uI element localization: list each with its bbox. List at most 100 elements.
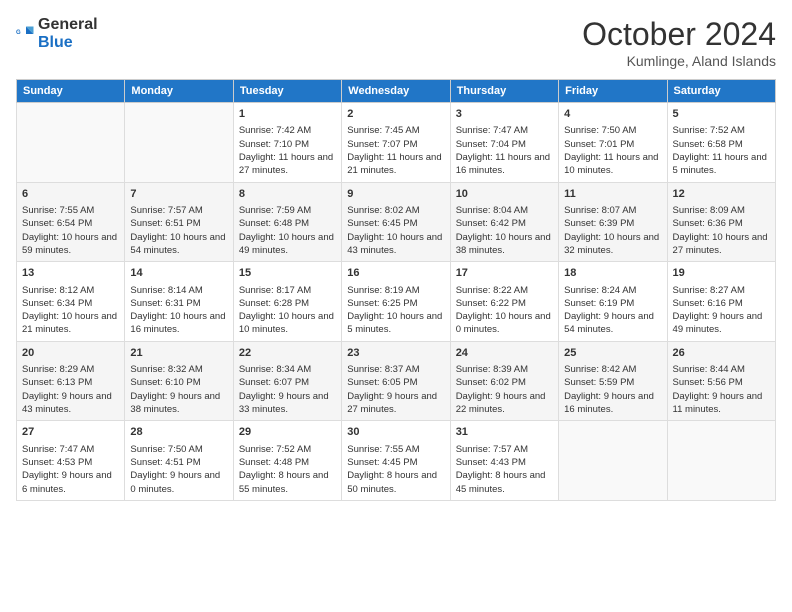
calendar-cell: 9Sunrise: 8:02 AMSunset: 6:45 PMDaylight…	[342, 182, 450, 262]
day-info: Sunrise: 8:37 AM	[347, 363, 444, 376]
svg-text:G: G	[16, 30, 21, 36]
calendar-week-1: 1Sunrise: 7:42 AMSunset: 7:10 PMDaylight…	[17, 103, 776, 183]
calendar-cell: 31Sunrise: 7:57 AMSunset: 4:43 PMDayligh…	[450, 421, 558, 501]
day-info: Daylight: 10 hours and 16 minutes.	[130, 310, 227, 337]
day-number: 19	[673, 266, 770, 281]
day-info: Daylight: 9 hours and 54 minutes.	[564, 310, 661, 337]
day-info: Daylight: 9 hours and 6 minutes.	[22, 469, 119, 496]
day-number: 6	[22, 187, 119, 202]
header-saturday: Saturday	[667, 80, 775, 103]
day-info: Sunset: 6:42 PM	[456, 217, 553, 230]
calendar-cell: 21Sunrise: 8:32 AMSunset: 6:10 PMDayligh…	[125, 341, 233, 421]
month-title: October 2024	[582, 16, 776, 53]
day-info: Sunset: 4:45 PM	[347, 456, 444, 469]
day-info: Daylight: 11 hours and 16 minutes.	[456, 151, 553, 178]
calendar-cell: 24 Sunrise: 8:39 AMSunset: 6:02 PMDayligh…	[450, 341, 558, 421]
day-number: 17	[456, 266, 553, 281]
day-info: Sunrise: 7:52 AM	[239, 443, 336, 456]
calendar-cell: 26Sunrise: 8:44 AMSunset: 5:56 PMDayligh…	[667, 341, 775, 421]
day-info: Daylight: 10 hours and 59 minutes.	[22, 231, 119, 258]
day-info: Daylight: 8 hours and 45 minutes.	[456, 469, 553, 496]
day-number: 4	[564, 107, 661, 122]
location: Kumlinge, Aland Islands	[582, 53, 776, 69]
calendar-cell	[125, 103, 233, 183]
day-info: Sunrise: 7:55 AM	[347, 443, 444, 456]
day-info: Sunset: 6:25 PM	[347, 297, 444, 310]
day-number: 20	[22, 346, 119, 361]
day-info: Daylight: 10 hours and 32 minutes.	[564, 231, 661, 258]
day-number: 30	[347, 425, 444, 440]
header-sunday: Sunday	[17, 80, 125, 103]
day-info: Sunset: 6:48 PM	[239, 217, 336, 230]
title-block: October 2024 Kumlinge, Aland Islands	[582, 16, 776, 69]
day-number: 16	[347, 266, 444, 281]
day-number: 27	[22, 425, 119, 440]
calendar-cell: 28Sunrise: 7:50 AMSunset: 4:51 PMDayligh…	[125, 421, 233, 501]
calendar-cell: 3Sunrise: 7:47 AMSunset: 7:04 PMDaylight…	[450, 103, 558, 183]
day-info: Daylight: 9 hours and 11 minutes.	[673, 390, 770, 417]
calendar-cell: 2Sunrise: 7:45 AMSunset: 7:07 PMDaylight…	[342, 103, 450, 183]
calendar-week-3: 13Sunrise: 8:12 AMSunset: 6:34 PMDayligh…	[17, 262, 776, 342]
calendar-week-4: 20Sunrise: 8:29 AMSunset: 6:13 PMDayligh…	[17, 341, 776, 421]
calendar-cell: 1Sunrise: 7:42 AMSunset: 7:10 PMDaylight…	[233, 103, 341, 183]
day-info: Sunset: 4:51 PM	[130, 456, 227, 469]
day-info: Sunset: 6:34 PM	[22, 297, 119, 310]
day-number: 23	[347, 346, 444, 361]
day-info: Sunset: 6:54 PM	[22, 217, 119, 230]
day-info: Daylight: 11 hours and 27 minutes.	[239, 151, 336, 178]
day-info: Sunrise: 7:57 AM	[130, 204, 227, 217]
day-number: 9	[347, 187, 444, 202]
day-number: 15	[239, 266, 336, 281]
day-info: Sunrise: 8:27 AM	[673, 284, 770, 297]
day-number: 21	[130, 346, 227, 361]
day-info: Sunrise: 8:44 AM	[673, 363, 770, 376]
calendar-cell: 16Sunrise: 8:19 AMSunset: 6:25 PMDayligh…	[342, 262, 450, 342]
day-info: Sunrise: 8:42 AM	[564, 363, 661, 376]
day-number: 22	[239, 346, 336, 361]
header-tuesday: Tuesday	[233, 80, 341, 103]
day-info: Sunrise: 8:22 AM	[456, 284, 553, 297]
day-info: Daylight: 10 hours and 5 minutes.	[347, 310, 444, 337]
header-monday: Monday	[125, 80, 233, 103]
day-info: Sunrise: 8:07 AM	[564, 204, 661, 217]
day-number: 13	[22, 266, 119, 281]
day-info: Sunrise: 8:39 AM	[456, 363, 553, 376]
day-info: Daylight: 9 hours and 16 minutes.	[564, 390, 661, 417]
day-info: Sunset: 5:59 PM	[564, 376, 661, 389]
logo-icon: G	[16, 24, 36, 44]
day-info: Sunset: 6:36 PM	[673, 217, 770, 230]
day-info: Daylight: 9 hours and 49 minutes.	[673, 310, 770, 337]
day-info: Daylight: 9 hours and 43 minutes.	[22, 390, 119, 417]
day-info: Sunrise: 8:32 AM	[130, 363, 227, 376]
day-info: Sunrise: 7:59 AM	[239, 204, 336, 217]
day-number: 24	[456, 346, 553, 361]
calendar-week-2: 6Sunrise: 7:55 AMSunset: 6:54 PMDaylight…	[17, 182, 776, 262]
calendar-cell: 18Sunrise: 8:24 AMSunset: 6:19 PMDayligh…	[559, 262, 667, 342]
day-number: 2	[347, 107, 444, 122]
day-info: Sunset: 6:39 PM	[564, 217, 661, 230]
day-info: Sunrise: 7:42 AM	[239, 124, 336, 137]
calendar-cell: 15Sunrise: 8:17 AMSunset: 6:28 PMDayligh…	[233, 262, 341, 342]
day-info: Sunrise: 8:24 AM	[564, 284, 661, 297]
day-info: Daylight: 9 hours and 27 minutes.	[347, 390, 444, 417]
day-number: 26	[673, 346, 770, 361]
day-info: Daylight: 10 hours and 38 minutes.	[456, 231, 553, 258]
calendar-cell: 23Sunrise: 8:37 AMSunset: 6:05 PMDayligh…	[342, 341, 450, 421]
day-number: 5	[673, 107, 770, 122]
calendar-cell: 20Sunrise: 8:29 AMSunset: 6:13 PMDayligh…	[17, 341, 125, 421]
day-info: Sunrise: 7:57 AM	[456, 443, 553, 456]
day-info: Sunrise: 8:04 AM	[456, 204, 553, 217]
day-info: Daylight: 10 hours and 49 minutes.	[239, 231, 336, 258]
header-friday: Friday	[559, 80, 667, 103]
day-info: Sunset: 6:02 PM	[456, 376, 553, 389]
day-info: Daylight: 9 hours and 0 minutes.	[130, 469, 227, 496]
calendar-cell	[559, 421, 667, 501]
day-info: Daylight: 9 hours and 22 minutes.	[456, 390, 553, 417]
calendar-cell: 12Sunrise: 8:09 AMSunset: 6:36 PMDayligh…	[667, 182, 775, 262]
day-info: Daylight: 8 hours and 50 minutes.	[347, 469, 444, 496]
calendar-cell: 4Sunrise: 7:50 AMSunset: 7:01 PMDaylight…	[559, 103, 667, 183]
day-info: Sunrise: 7:45 AM	[347, 124, 444, 137]
day-info: Daylight: 8 hours and 55 minutes.	[239, 469, 336, 496]
day-info: Sunset: 6:19 PM	[564, 297, 661, 310]
day-info: Daylight: 10 hours and 21 minutes.	[22, 310, 119, 337]
